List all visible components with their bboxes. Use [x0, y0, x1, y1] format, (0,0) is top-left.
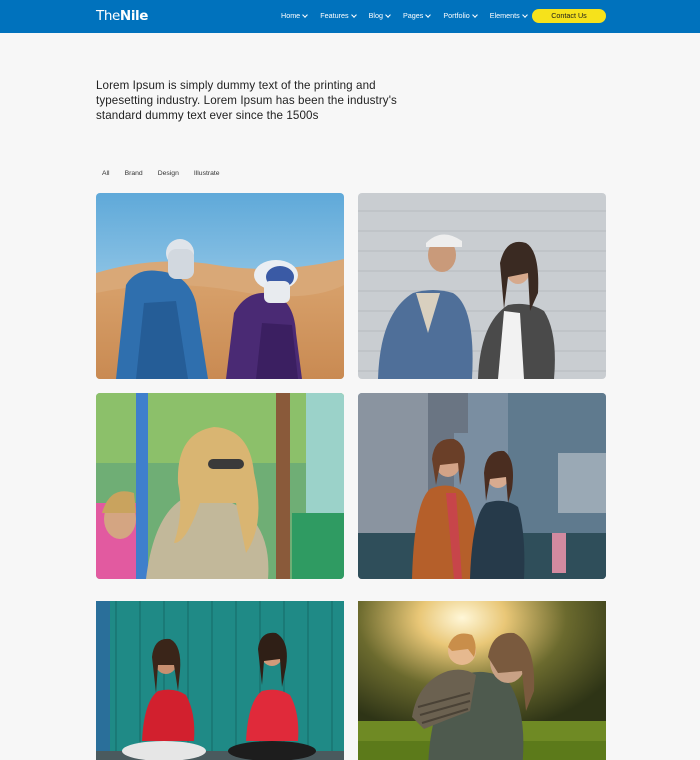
- nav-item-home[interactable]: Home: [281, 10, 309, 22]
- nav-item-features[interactable]: Features: [320, 10, 357, 22]
- woman-sunglasses-image: [96, 393, 344, 579]
- filter-all[interactable]: All: [102, 169, 110, 179]
- portfolio-filters: All Brand Design Illustrate: [102, 169, 235, 179]
- main-nav: Home Features Blog Pages Portfolio Eleme…: [281, 10, 540, 22]
- gallery-item-desert[interactable]: [96, 193, 344, 379]
- couple-brick-wall-image: [358, 193, 606, 379]
- nav-label: Pages: [402, 11, 424, 20]
- gallery-item-couple[interactable]: [358, 193, 606, 379]
- logo-bold-text: Nile: [119, 8, 149, 24]
- women-city-street-image: [358, 393, 606, 579]
- nav-item-portfolio[interactable]: Portfolio: [443, 10, 478, 22]
- filter-brand[interactable]: Brand: [125, 169, 143, 179]
- nav-item-pages[interactable]: Pages: [402, 10, 432, 22]
- gallery-item-city[interactable]: [358, 393, 606, 579]
- top-header: TheNile Home Features Blog Pages Portfol…: [0, 0, 700, 33]
- nav-item-blog[interactable]: Blog: [368, 10, 391, 22]
- nav-label: Blog: [368, 11, 383, 20]
- nav-label: Portfolio: [443, 11, 470, 20]
- chevron-down-icon: [302, 11, 309, 18]
- chevron-down-icon: [350, 11, 357, 18]
- chevron-down-icon: [521, 11, 528, 18]
- desert-travelers-image: [96, 193, 344, 379]
- nav-label: Elements: [489, 11, 520, 20]
- chevron-down-icon: [385, 11, 391, 18]
- chevron-down-icon: [425, 11, 432, 18]
- nav-label: Home: [281, 11, 301, 20]
- filter-design[interactable]: Design: [158, 169, 179, 179]
- filter-illustrate[interactable]: Illustrate: [194, 169, 220, 179]
- intro-text: Lorem Ipsum is simply dummy text of the …: [96, 79, 397, 122]
- site-logo[interactable]: TheNile: [96, 8, 148, 24]
- gallery-item-girls[interactable]: [96, 592, 344, 760]
- gallery-item-sunglasses[interactable]: [96, 393, 344, 579]
- logo-light-text: The: [96, 8, 120, 24]
- contact-us-button[interactable]: Contact Us: [532, 9, 606, 23]
- gallery-item-sunset[interactable]: [358, 592, 606, 760]
- nav-label: Features: [320, 11, 349, 20]
- nav-item-elements[interactable]: Elements: [489, 10, 528, 22]
- chevron-down-icon: [471, 11, 478, 18]
- sunset-piggyback-image: [358, 601, 606, 760]
- girls-sitting-image: [96, 601, 344, 760]
